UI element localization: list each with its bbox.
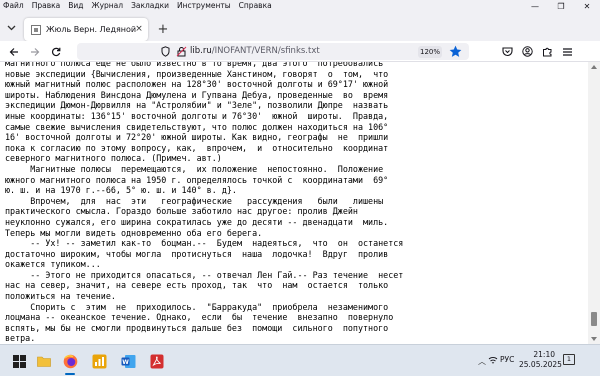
taskbar-firefox[interactable] <box>59 350 81 375</box>
text-line: южный магнитный полюс расположен на 128°… <box>5 79 389 90</box>
menu-tools[interactable]: Инструменты <box>173 0 235 12</box>
maximize-button[interactable]: ❐ <box>548 0 574 12</box>
text-line: 16' восточной долготы и 72°20' южной шир… <box>5 132 389 143</box>
text-line: положиться на течение. <box>5 291 116 302</box>
text-line: нас на север, значит, на севере есть про… <box>5 280 389 291</box>
windows-logo-icon <box>12 354 26 368</box>
new-tab-button[interactable]: + <box>156 23 170 37</box>
menu-button[interactable] <box>560 44 575 59</box>
url-path: /INOFANT/VERN/sfinks.txt <box>211 46 320 56</box>
zoom-level-button[interactable]: 120% <box>418 46 442 58</box>
reload-icon <box>51 47 60 56</box>
reload-button[interactable] <box>48 44 63 59</box>
tab-bar: Жюль Верн. Ледяной Сфинкс × + <box>0 12 600 41</box>
clock-time: 21:10 <box>533 350 555 359</box>
word-icon: W <box>121 354 135 368</box>
scroll-down-arrow-icon[interactable] <box>590 335 598 343</box>
tray-overflow-chevron-icon[interactable]: ︿ <box>478 356 486 367</box>
page-favicon-icon <box>31 24 41 35</box>
text-line: широты. Наблюдения Винсдона Дюмулена и Г… <box>5 89 389 100</box>
shield-icon <box>161 46 170 57</box>
text-line: пока к согласию по этому вопросу, как, в… <box>5 142 389 153</box>
menu-bar: Файл Правка Вид Журнал Закладки Инструме… <box>0 0 600 12</box>
text-line: самые свежие вычисления свидетельствуют,… <box>5 121 389 132</box>
arrow-right-icon <box>30 47 39 56</box>
firefox-icon <box>63 354 77 368</box>
text-line: неуклонно сужался, его ширина сократилас… <box>5 216 389 227</box>
taskbar: W ︿ РУС 21:10 25.05.2025 1 <box>0 344 600 376</box>
text-line: магнитного полюса еще не было известно в… <box>5 62 384 68</box>
folder-icon <box>37 356 51 367</box>
taskbar-word[interactable]: W <box>117 350 139 372</box>
scroll-up-arrow-icon[interactable] <box>590 63 598 71</box>
text-line: новые экспедиции {Вычисления, произведен… <box>5 68 389 79</box>
document-text: магнитного полюса еще не было известно в… <box>5 62 585 344</box>
back-button[interactable] <box>6 44 21 59</box>
clock-date: 25.05.2025 <box>519 360 562 369</box>
network-icon[interactable] <box>488 356 498 365</box>
taskbar-pdf-reader[interactable] <box>146 350 168 372</box>
vertical-scrollbar[interactable] <box>588 62 600 344</box>
not-secure-icon[interactable] <box>176 46 187 57</box>
menu-history[interactable]: Журнал <box>88 0 128 12</box>
hamburger-menu-icon <box>563 47 572 56</box>
text-line: Впрочем, для нас эти географические расс… <box>5 195 384 206</box>
pocket-icon <box>502 47 513 57</box>
chevron-down-icon <box>7 25 15 31</box>
menu-view[interactable]: Вид <box>64 0 87 12</box>
url-host: lib.ru <box>190 46 212 56</box>
tab-close-button[interactable]: × <box>134 24 144 34</box>
start-button[interactable] <box>8 350 30 372</box>
svg-text:W: W <box>122 359 129 366</box>
scroll-thumb[interactable] <box>591 312 597 326</box>
tab-list-button[interactable] <box>4 22 18 34</box>
arrow-left-icon <box>9 47 18 56</box>
minimize-button[interactable]: — <box>522 0 548 12</box>
account-button[interactable] <box>520 44 535 59</box>
menu-edit[interactable]: Правка <box>28 0 65 12</box>
text-line: -- Этого не приходится опасаться, -- отв… <box>5 269 404 280</box>
window-controls: — ❐ ✕ <box>522 0 600 12</box>
pdf-icon <box>150 354 164 368</box>
tab-title: Жюль Верн. Ледяной Сфинкс <box>46 25 138 34</box>
menu-bookmarks[interactable]: Закладки <box>127 0 173 12</box>
text-line: ветра. <box>5 333 36 344</box>
input-language-indicator[interactable]: РУС <box>500 355 514 364</box>
menu-file[interactable]: Файл <box>0 0 28 12</box>
pocket-button[interactable] <box>500 44 515 59</box>
text-line: лоцмана -- океанское течение. Однако, ес… <box>5 312 394 323</box>
url-text: lib.ru/INOFANT/VERN/sfinks.txt <box>190 46 320 56</box>
taskbar-file-explorer[interactable] <box>33 350 55 372</box>
system-clock[interactable]: 21:10 25.05.2025 <box>519 350 562 370</box>
menu-help[interactable]: Справка <box>235 0 276 12</box>
forward-button[interactable] <box>27 44 42 59</box>
taskbar-app[interactable] <box>88 350 110 372</box>
address-bar[interactable]: lib.ru/INOFANT/VERN/sfinks.txt 120% <box>77 43 469 60</box>
extensions-button[interactable] <box>540 44 555 59</box>
text-line: -- Ух! -- заметил как-то боцман.-- Будем… <box>5 238 404 249</box>
text-line: вспять, мы бы не смогли продвинуться дал… <box>5 322 389 333</box>
navigation-bar: lib.ru/INOFANT/VERN/sfinks.txt 120% <box>0 41 600 62</box>
text-line: южного магнитного полюса на 1950 г. опре… <box>5 174 389 185</box>
bookmark-star-icon[interactable] <box>449 45 462 58</box>
page-content: магнитного полюса еще не было известно в… <box>0 62 588 344</box>
app-chart-icon <box>92 354 106 368</box>
text-line: иные координаты: 136°15' восточной долго… <box>5 110 389 121</box>
text-line: окажется тупиком... <box>5 259 101 270</box>
tab-active[interactable]: Жюль Верн. Ледяной Сфинкс × <box>24 18 148 41</box>
text-line: Спорить с этим не приходилось. "Барракуд… <box>5 301 389 312</box>
text-line: практического смысла. Гораздо больше заб… <box>5 206 358 217</box>
text-line: достаточно широким, чтобы могла протисну… <box>5 248 389 259</box>
close-window-button[interactable]: ✕ <box>574 0 600 12</box>
text-line: северного магнитного полюса. (Примеч. ав… <box>5 153 222 164</box>
text-line: ю. ш. и на 1970 г.--66, 5° ю. ш. и 140° … <box>5 185 237 196</box>
text-line: Теперь мы могли видеть одновременно оба … <box>5 227 263 238</box>
puzzle-icon <box>543 47 552 57</box>
account-icon <box>522 46 533 57</box>
notification-center-button[interactable]: 1 <box>563 354 575 365</box>
text-line: Магнитные полюсы перемещаются, их положе… <box>5 163 384 174</box>
text-line: экспедиции Дюмон-Дюрвилля на "Астролябии… <box>5 100 389 111</box>
